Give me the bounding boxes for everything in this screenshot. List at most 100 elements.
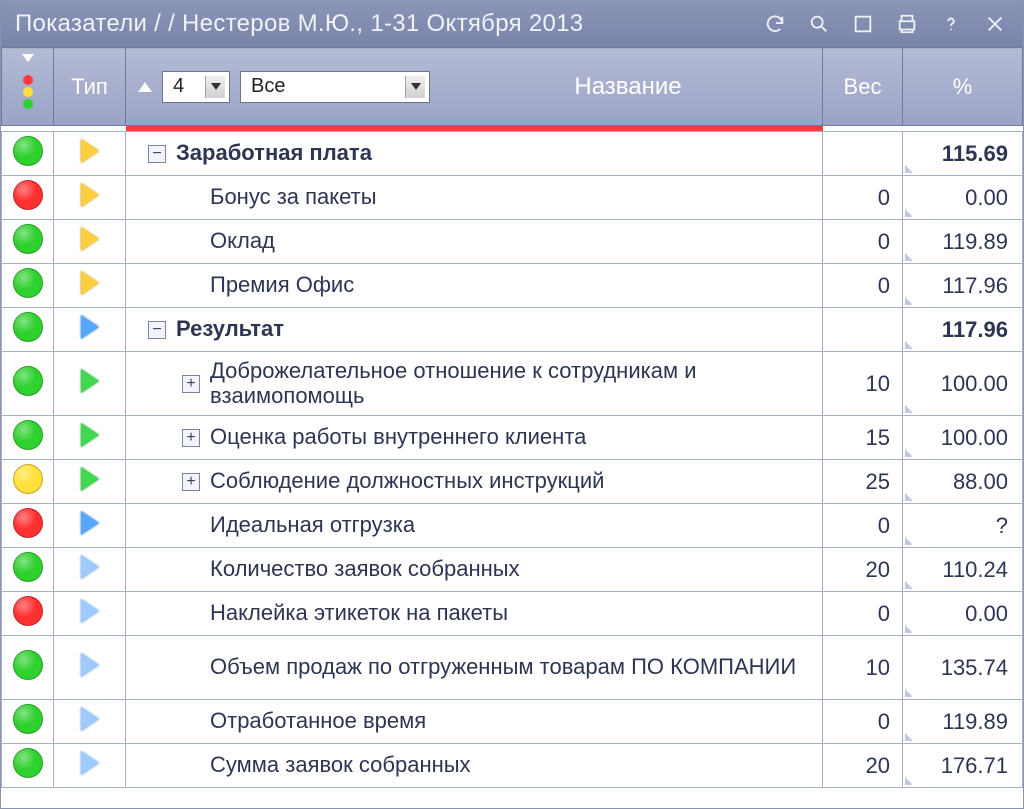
table-row[interactable]: Оклад0119.89 [2,220,1023,264]
help-icon[interactable] [939,12,963,36]
filter-select[interactable]: Все [240,71,430,103]
type-cell [54,352,126,416]
table-row[interactable]: Наклейка этикеток на пакеты00.00 [2,592,1023,636]
name-cell: Идеальная отгрузка [126,504,823,548]
titlebar-actions [763,12,1007,36]
name-cell: Наклейка этикеток на пакеты [126,592,823,636]
status-cell [2,264,54,308]
percent-cell: 110.24 [903,548,1023,592]
status-green-icon [13,704,43,734]
name-cell: Оклад [126,220,823,264]
name-cell: Отработанное время [126,700,823,744]
resize-corner-icon [905,537,913,545]
resize-corner-icon [905,165,913,173]
play-icon [81,139,99,163]
sort-asc-icon [138,82,152,92]
percent-cell: ? [903,504,1023,548]
filter-value: Все [245,75,285,98]
weight-cell: 20 [823,744,903,788]
traffic-light-icon [23,75,33,109]
percent-cell: 117.96 [903,264,1023,308]
print-icon[interactable] [895,12,919,36]
status-cell [2,416,54,460]
status-cell [2,636,54,700]
row-name: Соблюдение должностных инструкций [210,469,814,493]
table-row[interactable]: Оценка работы внутреннего клиента15100.0… [2,416,1023,460]
row-name: Результат [176,317,814,341]
weight-cell: 10 [823,352,903,416]
status-yellow-icon [13,464,43,494]
resize-corner-icon [905,581,913,589]
table-row[interactable]: Отработанное время0119.89 [2,700,1023,744]
type-cell [54,504,126,548]
maximize-icon[interactable] [851,12,875,36]
play-icon [81,423,99,447]
table-row[interactable]: Заработная плата115.69 [2,132,1023,176]
search-icon[interactable] [807,12,831,36]
percent-cell: 117.96 [903,308,1023,352]
weight-cell [823,132,903,176]
weight-cell: 0 [823,264,903,308]
resize-corner-icon [905,405,913,413]
resize-corner-icon [905,625,913,633]
percent-cell: 119.89 [903,700,1023,744]
row-name: Объем продаж по отгруженным товарам ПО К… [210,655,814,679]
table-row[interactable]: Бонус за пакеты00.00 [2,176,1023,220]
type-cell [54,132,126,176]
weight-cell: 15 [823,416,903,460]
col-header-percent[interactable]: % [903,48,1023,126]
weight-cell: 0 [823,700,903,744]
type-cell [54,548,126,592]
percent-value: 117.96 [942,317,1008,342]
percent-value: 0.00 [965,185,1008,210]
name-cell: Бонус за пакеты [126,176,823,220]
name-cell: Премия Офис [126,264,823,308]
expand-icon[interactable] [182,375,200,393]
table-row[interactable]: Идеальная отгрузка0? [2,504,1023,548]
col-header-weight[interactable]: Вес [823,48,903,126]
percent-cell: 88.00 [903,460,1023,504]
status-red-icon [13,508,43,538]
collapse-icon[interactable] [148,145,166,163]
name-cell: Заработная плата [126,132,823,176]
app-window: Показатели / / Нестеров М.Ю., 1-31 Октяб… [0,0,1024,809]
expand-icon[interactable] [182,429,200,447]
collapse-icon[interactable] [148,321,166,339]
row-name: Бонус за пакеты [210,185,814,209]
status-red-icon [13,596,43,626]
table-row[interactable]: Результат 117.96 [2,308,1023,352]
weight-cell: 25 [823,460,903,504]
play-icon [81,707,99,731]
table-row[interactable]: Объем продаж по отгруженным товарам ПО К… [2,636,1023,700]
name-cell: Доброжелательное отношение к сотрудникам… [126,352,823,416]
col-header-name[interactable]: 4 Все Название [126,48,823,126]
row-name: Наклейка этикеток на пакеты [210,601,814,625]
close-icon[interactable] [983,12,1007,36]
status-cell [2,132,54,176]
weight-cell: 10 [823,636,903,700]
weight-cell: 0 [823,504,903,548]
kpi-grid: Тип 4 Все Название [1,47,1023,788]
play-icon [81,315,99,339]
col-header-status[interactable] [2,48,54,126]
percent-cell: 100.00 [903,416,1023,460]
play-icon [81,183,99,207]
table-row[interactable]: Сумма заявок собранных20176.71 [2,744,1023,788]
table-row[interactable]: Доброжелательное отношение к сотрудникам… [2,352,1023,416]
percent-value: 135.74 [941,655,1008,680]
status-green-icon [13,650,43,680]
play-icon [81,599,99,623]
expand-icon[interactable] [182,473,200,491]
table-row[interactable]: Соблюдение должностных инструкций 2588.00 [2,460,1023,504]
table-row[interactable]: Премия Офис0117.96 [2,264,1023,308]
type-cell [54,264,126,308]
refresh-icon[interactable] [763,12,787,36]
table-row[interactable]: Количество заявок собранных20110.24 [2,548,1023,592]
status-green-icon [13,420,43,450]
weight-cell: 20 [823,548,903,592]
status-cell [2,220,54,264]
type-cell [54,636,126,700]
percent-cell: 100.00 [903,352,1023,416]
col-header-type[interactable]: Тип [54,48,126,126]
level-select[interactable]: 4 [162,71,230,103]
